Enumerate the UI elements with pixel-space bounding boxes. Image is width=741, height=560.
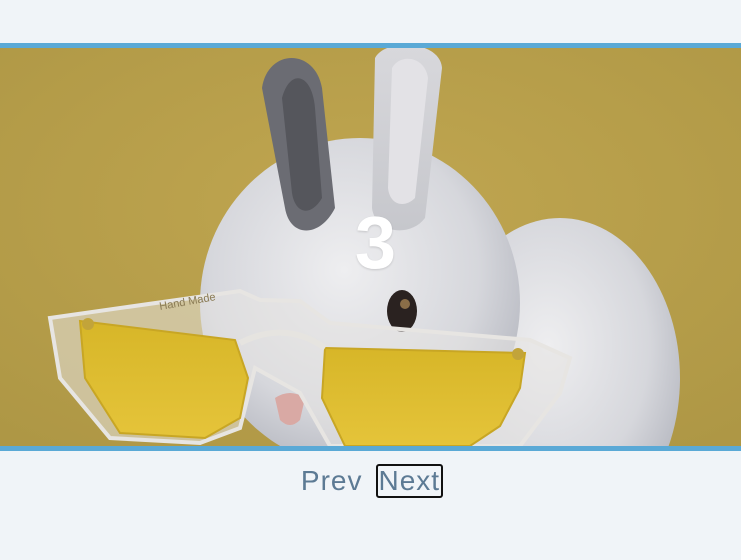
next-button[interactable]: Next	[375, 464, 444, 498]
slide-3: Hand Made 3	[0, 48, 741, 446]
slide-number: 3	[354, 201, 397, 284]
prev-button[interactable]: Prev	[298, 464, 366, 498]
page: Hand Made 3 Prev Next	[0, 0, 741, 560]
image-carousel: Hand Made 3	[0, 43, 741, 451]
carousel-controls: Prev Next	[0, 462, 741, 500]
